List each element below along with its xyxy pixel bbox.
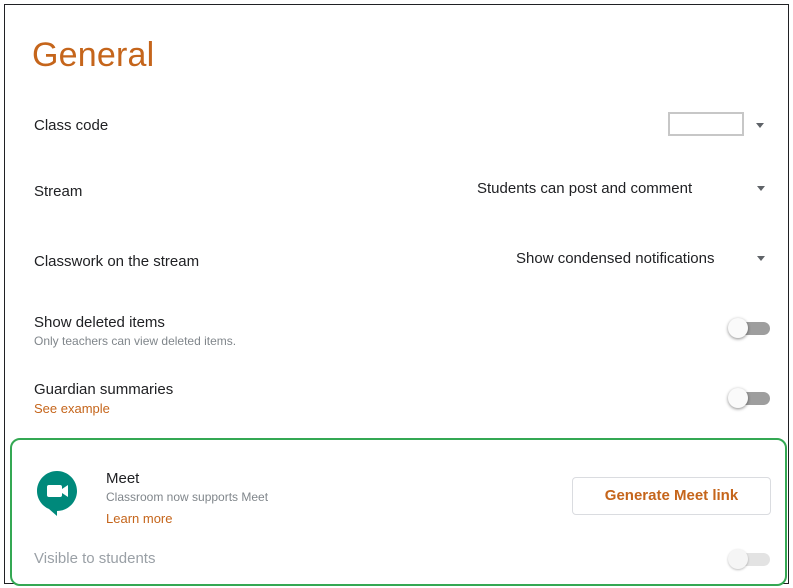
stream-select[interactable]: Students can post and comment	[477, 180, 692, 197]
deleted-items-label: Show deleted items	[34, 314, 165, 331]
toggle-knob	[728, 318, 748, 338]
class-code-box	[668, 112, 744, 136]
visible-to-students-label: Visible to students	[34, 550, 156, 567]
guardian-summaries-toggle[interactable]	[728, 388, 770, 408]
stream-label: Stream	[34, 183, 83, 200]
toggle-knob	[728, 388, 748, 408]
meet-description: Classroom now supports Meet	[106, 490, 269, 504]
class-code-label: Class code	[34, 117, 109, 134]
class-code-dropdown-icon[interactable]	[756, 123, 764, 128]
deleted-items-description: Only teachers can view deleted items.	[34, 334, 237, 348]
toggle-knob	[728, 549, 748, 569]
visible-to-students-toggle[interactable]	[728, 549, 770, 569]
guardian-summaries-label: Guardian summaries	[34, 381, 174, 398]
meet-title: Meet	[106, 470, 140, 487]
generate-meet-link-button[interactable]: Generate Meet link	[572, 477, 771, 515]
section-title: General	[32, 36, 155, 74]
meet-logo-icon	[37, 471, 77, 516]
classwork-select[interactable]: Show condensed notifications	[516, 250, 714, 267]
stream-dropdown-icon[interactable]	[757, 186, 765, 191]
deleted-items-toggle[interactable]	[728, 318, 770, 338]
classwork-dropdown-icon[interactable]	[757, 256, 765, 261]
classwork-label: Classwork on the stream	[34, 253, 200, 270]
learn-more-link[interactable]: Learn more	[106, 511, 172, 526]
see-example-link[interactable]: See example	[34, 401, 110, 416]
